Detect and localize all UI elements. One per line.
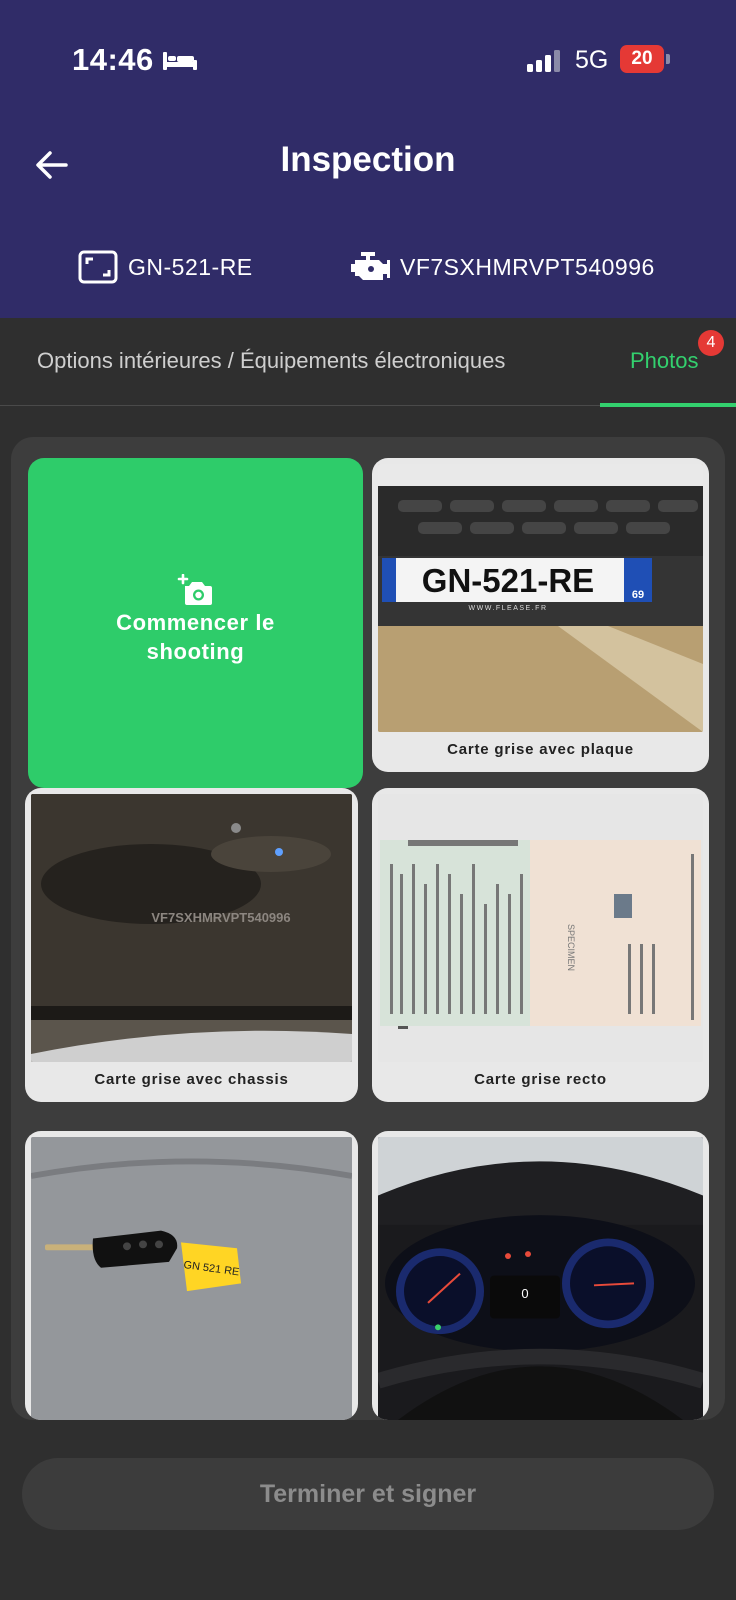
engine-icon xyxy=(351,252,390,280)
page-title: Inspection xyxy=(280,140,456,179)
tab-options-interieures[interactable]: Options intérieures / Équipements électr… xyxy=(37,348,505,374)
vehicle-vin: VF7SXHMRVPT540996 xyxy=(400,254,655,280)
start-shooting-button[interactable]: Commencer le shooting xyxy=(28,458,363,788)
recto-photo: SPECIMEN xyxy=(378,794,703,1062)
photo-card-label: Carte grise avec plaque xyxy=(447,741,634,758)
license-plate-icon xyxy=(78,250,118,284)
header: 14:46 5G 20 Inspection GN-521-RE VF7SXHM… xyxy=(0,0,736,318)
status-time: 14:46 xyxy=(72,42,154,77)
photos-count-badge: 4 xyxy=(698,330,724,356)
vehicle-plate: GN-521-RE xyxy=(128,254,253,280)
signal-icon xyxy=(527,50,560,72)
status-bar: 14:46 5G 20 xyxy=(0,0,736,120)
photo-card-label: Carte grise recto xyxy=(474,1071,607,1088)
tab-photos[interactable]: Photos 4 xyxy=(600,318,736,407)
photo-card-compteur[interactable]: 0 xyxy=(372,1131,709,1420)
photo-card-cles[interactable]: GN 521 RE xyxy=(25,1131,358,1420)
active-tab-indicator xyxy=(600,403,736,407)
battery-level: 20 xyxy=(631,48,653,69)
photo-card-carte-grise-recto[interactable]: SPECIMEN Carte grise recto xyxy=(372,788,709,1102)
photo-card-carte-grise-plaque[interactable]: GN-521-RE 69 WWW.FLEASE.FR Carte grise a… xyxy=(372,458,709,772)
photo-card-label: Carte grise avec chassis xyxy=(94,1071,289,1088)
dashboard-photo: 0 xyxy=(378,1137,703,1420)
photo-card-carte-grise-chassis[interactable]: VF7SXHMRVPT540996 Carte grise avec chass… xyxy=(25,788,358,1102)
start-shooting-label: Commencer le shooting xyxy=(116,610,275,664)
finish-and-sign-button[interactable]: Terminer et signer xyxy=(22,1458,714,1530)
tab-photos-label: Photos xyxy=(630,348,699,373)
plate-photo-text: GN-521-RE xyxy=(422,562,594,599)
network-type: 5G xyxy=(575,46,609,74)
tab-bar: Options intérieures / Équipements électr… xyxy=(0,318,736,407)
plate-frame-text: WWW.FLEASE.FR xyxy=(469,605,548,612)
recto-photo-text: SPECIMEN xyxy=(566,924,576,971)
plate-photo: GN-521-RE 69 WWW.FLEASE.FR xyxy=(378,464,703,732)
dashboard-display-text: 0 xyxy=(521,1286,528,1301)
chassis-photo: VF7SXHMRVPT540996 xyxy=(31,794,352,1062)
chassis-photo-text: VF7SXHMRVPT540996 xyxy=(151,910,290,925)
plate-photo-dept: 69 xyxy=(632,589,644,601)
bed-icon xyxy=(163,52,197,70)
photo-grid: Commencer le shooting GN-521-RE 69 WWW.F… xyxy=(11,437,725,1420)
add-photo-camera-icon xyxy=(177,574,212,605)
battery-icon: 20 xyxy=(620,45,670,73)
keys-photo: GN 521 RE xyxy=(31,1137,352,1420)
